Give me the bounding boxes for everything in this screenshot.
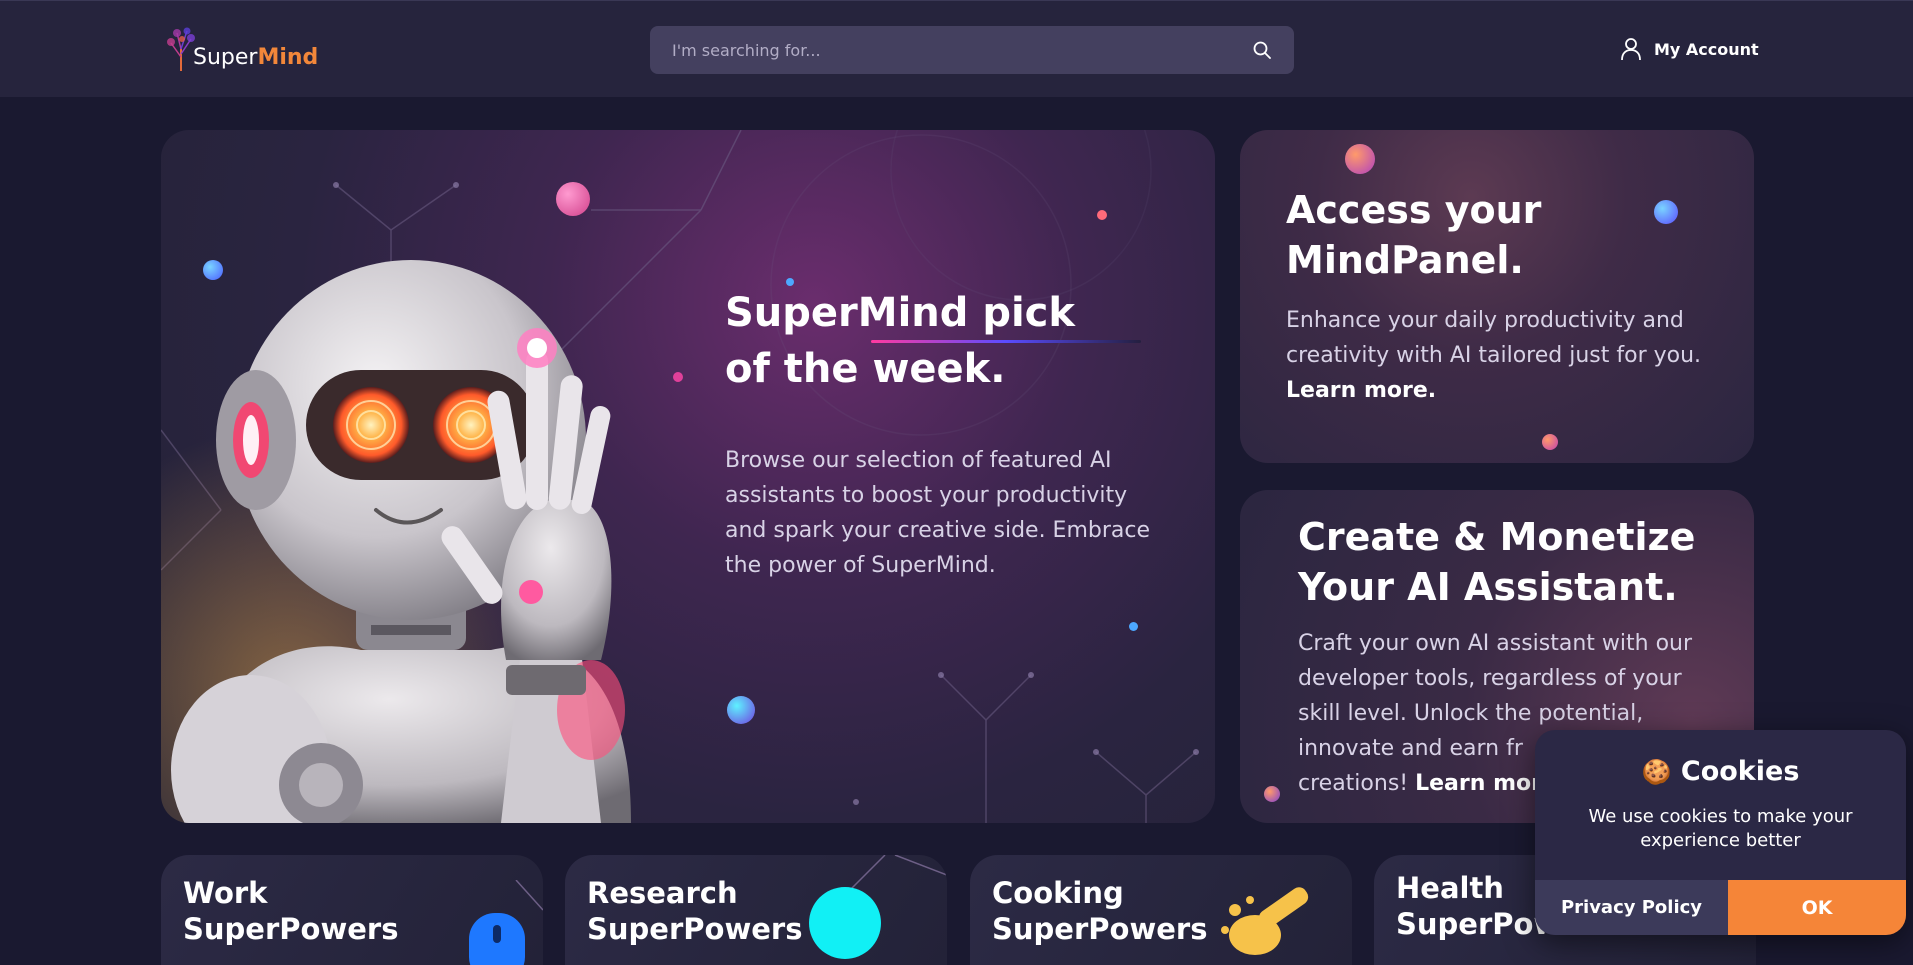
- create-monetize-learn-more-link[interactable]: Learn mor: [1415, 771, 1542, 796]
- privacy-policy-button[interactable]: Privacy Policy: [1535, 880, 1728, 935]
- mindpanel-title: Access your MindPanel.: [1286, 185, 1726, 285]
- search-input[interactable]: [672, 26, 1232, 74]
- create-monetize-title: Create & Monetize Your AI Assistant.: [1298, 512, 1738, 612]
- decor-dot: [1654, 200, 1678, 224]
- decor-dot: [1345, 144, 1375, 174]
- cookie-title-text: Cookies: [1680, 756, 1800, 787]
- create-monetize-description-end: creations!: [1298, 771, 1409, 796]
- decor-dot: [1097, 210, 1107, 220]
- decor-dot: [556, 182, 590, 216]
- mindpanel-card[interactable]: Access your MindPanel. Enhance your dail…: [1240, 130, 1754, 463]
- mouse-icon: [469, 880, 543, 965]
- hero-title-underline: [871, 340, 1141, 343]
- cookie-title: 🍪 Cookies: [1535, 756, 1906, 787]
- search-icon[interactable]: [1252, 40, 1272, 60]
- mindpanel-description-text: Enhance your daily productivity and crea…: [1286, 308, 1702, 368]
- search-bar: [650, 26, 1294, 74]
- category-title-line1: Work: [183, 876, 268, 910]
- cookie-consent-popup: 🍪 Cookies We use cookies to make your ex…: [1535, 730, 1906, 935]
- hero-title-line2: of the week.: [725, 346, 1006, 392]
- decor-dot: [1542, 434, 1558, 450]
- user-icon: [1621, 38, 1641, 61]
- accept-cookies-button[interactable]: OK: [1728, 880, 1906, 935]
- mindpanel-title-line2: MindPanel.: [1286, 238, 1524, 282]
- top-header: SuperMind My Account: [0, 0, 1913, 97]
- decor-dot: [673, 372, 683, 382]
- decor-dot: [1264, 786, 1280, 802]
- category-title-line2: SuperPowers: [183, 912, 399, 946]
- cookie-buttons: Privacy Policy OK: [1535, 880, 1906, 935]
- my-account-label: My Account: [1654, 39, 1759, 59]
- decor-dot: [727, 696, 755, 724]
- category-card-work[interactable]: Work SuperPowers: [161, 855, 543, 965]
- my-account-link[interactable]: My Account: [1620, 37, 1759, 61]
- cookie-message: We use cookies to make your experience b…: [1588, 806, 1853, 851]
- hero-description: Browse our selection of featured AI assi…: [725, 448, 1151, 578]
- planet-icon: [809, 855, 947, 959]
- create-monetize-title-line1: Create & Monetize: [1298, 515, 1696, 559]
- logo-text-mind: Mind: [257, 45, 319, 70]
- hero-title-line1: SuperMind pick: [725, 290, 1075, 336]
- category-card-research[interactable]: Research SuperPowers: [565, 855, 947, 965]
- decor-dot: [203, 260, 223, 280]
- mindpanel-description: Enhance your daily productivity and crea…: [1286, 303, 1726, 408]
- cookie-icon: 🍪: [1641, 758, 1672, 786]
- decor-dot: [1129, 622, 1138, 631]
- supermind-logo[interactable]: Super Mind: [165, 27, 318, 73]
- hero-pick-of-week[interactable]: SuperMind pick of the week. Browse our s…: [161, 130, 1215, 823]
- decor-dot: [786, 278, 794, 286]
- logo-text-super: Super: [193, 45, 258, 70]
- category-title-work: Work SuperPowers: [183, 875, 463, 947]
- spoon-icon: [1221, 887, 1309, 955]
- create-monetize-title-line2: Your AI Assistant.: [1298, 565, 1678, 609]
- mindpanel-learn-more-link[interactable]: Learn more.: [1286, 378, 1436, 403]
- category-card-cooking[interactable]: Cooking SuperPowers: [970, 855, 1352, 965]
